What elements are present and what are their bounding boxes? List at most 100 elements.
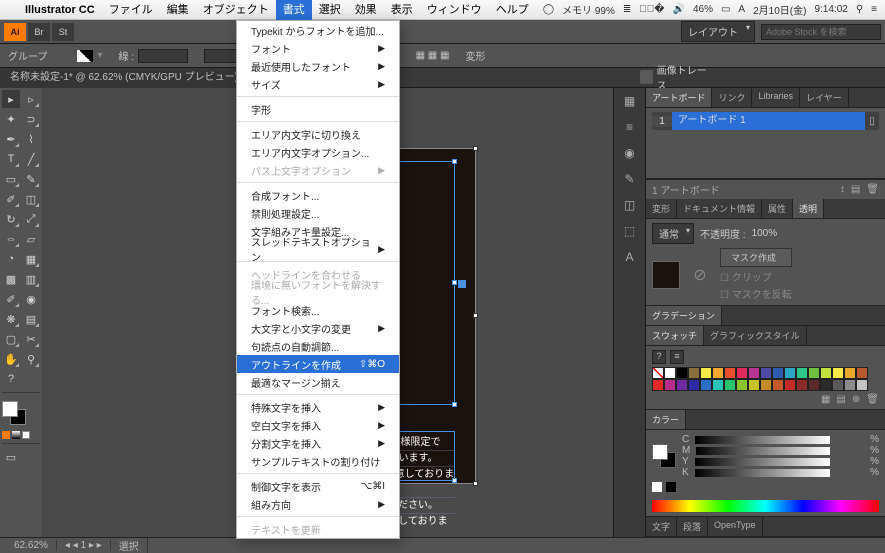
menu-item[interactable]: フォント▶: [237, 39, 399, 57]
swatch-menu[interactable]: ≡: [670, 350, 684, 364]
swatch[interactable]: [736, 379, 748, 391]
menu-item[interactable]: エリア内文字オプション...: [237, 143, 399, 161]
artboard-nav[interactable]: ◂ ◂ 1 ▸ ▸: [57, 540, 111, 551]
rail-icon-4[interactable]: ✎: [621, 170, 639, 188]
zoom-level[interactable]: 62.62%: [6, 540, 57, 551]
swatch[interactable]: [700, 379, 712, 391]
swatch[interactable]: [748, 379, 760, 391]
mask-thumb[interactable]: ⊘: [686, 261, 714, 289]
menu-file[interactable]: ファイル: [102, 0, 160, 20]
color-spectrum[interactable]: [652, 500, 879, 512]
menu-item[interactable]: 合成フォント...: [237, 186, 399, 204]
swatch[interactable]: [760, 379, 772, 391]
swatch[interactable]: [700, 367, 712, 379]
swatch[interactable]: [676, 367, 688, 379]
swatch[interactable]: [784, 367, 796, 379]
menu-item[interactable]: 空白文字を挿入▶: [237, 416, 399, 434]
swatch[interactable]: [772, 367, 784, 379]
tab-transform[interactable]: 変形: [646, 199, 677, 218]
eraser-tool[interactable]: ◫: [22, 190, 40, 208]
rail-icon-6[interactable]: ⬚: [621, 222, 639, 240]
swatch[interactable]: [808, 367, 820, 379]
tab-swatches[interactable]: スウォッチ: [646, 326, 704, 345]
tab-docinfo[interactable]: ドキュメント情報: [677, 199, 762, 218]
type-tool[interactable]: T: [2, 150, 20, 168]
fill-stroke-icon[interactable]: [77, 50, 93, 62]
menu-item[interactable]: 制御文字を表示⌥⌘I: [237, 477, 399, 495]
menu-item[interactable]: エリア内文字に切り換え: [237, 125, 399, 143]
menu-item[interactable]: 組み方向▶: [237, 495, 399, 513]
perspective-tool[interactable]: ▦: [22, 250, 40, 268]
opacity-value[interactable]: 100%: [752, 228, 778, 239]
tab-opentype[interactable]: OpenType: [708, 517, 763, 536]
swatch[interactable]: [676, 379, 688, 391]
st-tab[interactable]: St: [52, 23, 74, 41]
menu-select[interactable]: 選択: [312, 0, 348, 20]
transparency-thumb[interactable]: [652, 261, 680, 289]
swatch[interactable]: [856, 367, 868, 379]
c-slider[interactable]: [695, 436, 830, 444]
rail-icon-3[interactable]: ◉: [621, 144, 639, 162]
menu-item[interactable]: 最適なマージン揃え: [237, 373, 399, 391]
tab-libraries[interactable]: Libraries: [752, 88, 800, 107]
tab-layers[interactable]: レイヤー: [800, 88, 849, 107]
menu-item[interactable]: 大文字と小文字の変更▶: [237, 319, 399, 337]
rail-icon-1[interactable]: ▦: [621, 92, 639, 110]
swatch[interactable]: [832, 367, 844, 379]
slice-tool[interactable]: ✂: [22, 330, 40, 348]
swatch[interactable]: [748, 367, 760, 379]
swatch[interactable]: [724, 379, 736, 391]
tab-paragraph[interactable]: 段落: [677, 517, 708, 536]
swatch[interactable]: [784, 379, 796, 391]
brush-tool[interactable]: ✎: [22, 170, 40, 188]
swatch[interactable]: [772, 379, 784, 391]
swatch[interactable]: [796, 367, 808, 379]
ab-del-icon[interactable]: 🗑: [866, 184, 879, 195]
menu-view[interactable]: 表示: [384, 0, 420, 20]
menu-item[interactable]: 分割文字を挿入▶: [237, 434, 399, 452]
menu-item[interactable]: サイズ▶: [237, 75, 399, 93]
free-transform-tool[interactable]: ▱: [22, 230, 40, 248]
tab-attributes[interactable]: 属性: [762, 199, 793, 218]
swatch-fill[interactable]: ?: [652, 350, 666, 364]
make-mask-button[interactable]: マスク作成: [720, 248, 792, 267]
hand-tool[interactable]: ✋: [2, 350, 20, 368]
tab-graphic-styles[interactable]: グラフィックスタイル: [704, 326, 807, 345]
mesh-tool[interactable]: ▩: [2, 270, 20, 288]
image-trace[interactable]: 画像トレース: [640, 68, 710, 86]
swatch[interactable]: [712, 379, 724, 391]
menu-item[interactable]: 句読点の自動調節...: [237, 337, 399, 355]
zoom-tool[interactable]: ⚲: [22, 350, 40, 368]
swatch[interactable]: [844, 367, 856, 379]
swatch[interactable]: [652, 379, 664, 391]
swatch[interactable]: [856, 379, 868, 391]
swatch[interactable]: [724, 367, 736, 379]
swatch[interactable]: [736, 367, 748, 379]
toggle-tool[interactable]: ?: [2, 370, 20, 388]
tab-gradient[interactable]: グラデーション: [646, 306, 722, 325]
br-tab[interactable]: Br: [28, 23, 50, 41]
scale-tool[interactable]: ⤢: [22, 210, 40, 228]
menu-type[interactable]: 書式: [276, 0, 312, 20]
ab-new-icon[interactable]: ▤: [851, 184, 860, 195]
gradient-tool[interactable]: ▥: [22, 270, 40, 288]
shaper-tool[interactable]: ✐: [2, 190, 20, 208]
swatch[interactable]: [820, 379, 832, 391]
rail-icon-7[interactable]: A: [621, 248, 639, 266]
swatch[interactable]: [796, 379, 808, 391]
swatch[interactable]: [820, 367, 832, 379]
menu-item[interactable]: 最近使用したフォント▶: [237, 57, 399, 75]
menu-effect[interactable]: 効果: [348, 0, 384, 20]
menu-item[interactable]: 字形: [237, 100, 399, 118]
color-mode-icons[interactable]: [2, 431, 40, 439]
transform-label[interactable]: 変形: [465, 48, 485, 63]
swatch[interactable]: [832, 379, 844, 391]
app-name[interactable]: Illustrator CC: [18, 0, 102, 20]
menu-item[interactable]: 特殊文字を挿入▶: [237, 398, 399, 416]
menu-item[interactable]: アウトラインを作成⇧⌘O: [237, 355, 399, 373]
color-fill-stroke[interactable]: [652, 444, 676, 468]
rail-icon-2[interactable]: ≡: [621, 118, 639, 136]
swatch[interactable]: [688, 367, 700, 379]
menu-item[interactable]: サンプルテキストの割り付け: [237, 452, 399, 470]
lasso-tool[interactable]: ⊃: [22, 110, 40, 128]
